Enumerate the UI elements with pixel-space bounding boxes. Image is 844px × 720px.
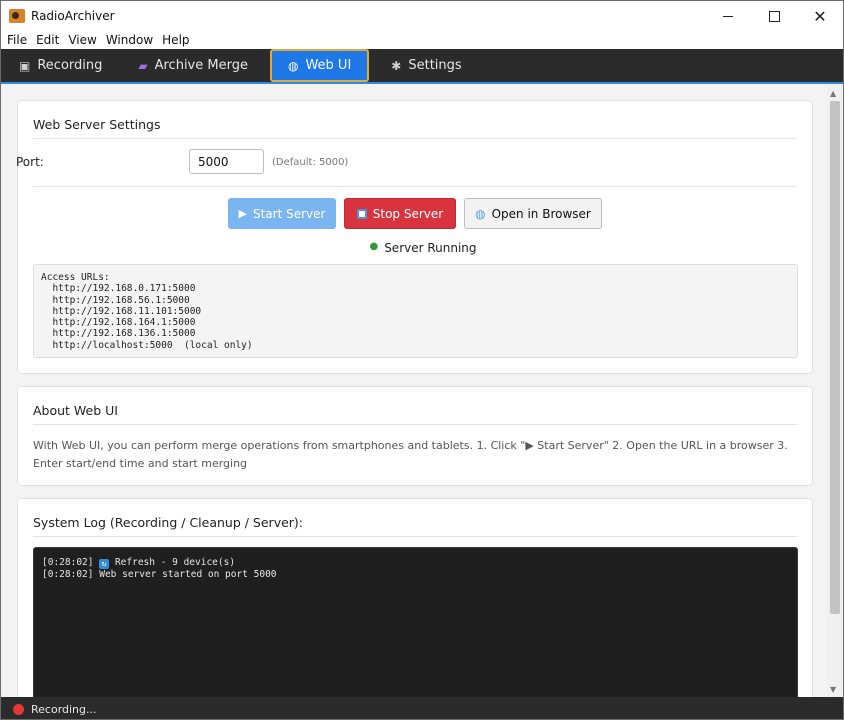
scroll-up-icon[interactable]: ▲ [830,89,836,98]
menu-edit[interactable]: Edit [36,33,59,47]
close-button[interactable]: ✕ [797,1,843,31]
port-label: Port: [16,155,44,169]
globe-icon: ◍ [475,206,486,221]
app-logo-icon [9,9,25,23]
menu-view[interactable]: View [68,33,96,47]
camera-icon: ▣ [19,58,31,73]
access-urls-box[interactable]: Access URLs: http://192.168.0.171:5000 h… [33,264,798,358]
about-text: With Web UI, you can perform merge opera… [33,439,788,470]
tab-label: Archive Merge [154,58,248,73]
tab-label: Recording [37,58,103,73]
divider [33,536,797,537]
log-line: [0:28:02] ↻ Refresh - 9 device(s) [42,557,789,569]
divider [33,186,797,187]
gear-icon: ✱ [391,58,402,73]
start-server-button[interactable]: ▶ Start Server [228,198,336,229]
tab-web-ui[interactable]: ◍ Web UI [269,49,370,82]
divider [33,138,797,139]
globe-icon: ◍ [287,58,299,73]
title-bar[interactable]: RadioArchiver ✕ [1,1,843,31]
port-hint: (Default: 5000) [272,157,349,168]
log-text: Refresh - 9 device(s) [114,557,236,568]
refresh-icon: ↻ [99,559,110,569]
window-title: RadioArchiver [31,9,115,23]
log-time: [0:28:02] [42,569,94,580]
scroll-down-icon[interactable]: ▼ [830,685,836,694]
tab-label: Settings [408,58,462,73]
status-bar: Recording... [1,697,843,719]
maximize-button[interactable] [751,1,797,31]
server-status-text: Server Running [384,241,477,255]
menu-file[interactable]: File [7,33,27,47]
stop-icon [356,208,367,219]
menu-bar: File Edit View Window Help [1,31,843,49]
window-controls: ✕ [705,1,843,31]
open-browser-button[interactable]: ◍ Open in Browser [464,198,602,229]
system-log-title: System Log (Recording / Cleanup / Server… [33,515,304,530]
status-dot-icon: ● [369,241,379,252]
web-server-title: Web Server Settings [33,117,161,132]
recording-dot-icon [13,703,24,715]
log-time: [0:28:02] [42,557,94,568]
menu-help[interactable]: Help [162,33,189,47]
port-input[interactable] [189,149,264,174]
tab-archive-merge[interactable]: ▰ Archive Merge [120,48,266,83]
open-browser-label: Open in Browser [491,206,591,221]
start-server-label: Start Server [252,206,326,221]
log-text: Web server started on port 5000 [99,569,277,580]
about-card: About Web UI With Web UI, you can perfor… [17,386,813,486]
app-window: RadioArchiver ✕ File Edit View Window He… [0,0,844,720]
stop-server-button[interactable]: Stop Server [344,198,456,229]
tab-recording[interactable]: ▣ Recording [1,48,120,83]
server-status: ● Server Running [1,241,843,255]
tab-bar: ▣ Recording ▰ Archive Merge ◍ Web UI ✱ S… [1,49,843,84]
tab-label: Web UI [305,58,352,73]
tab-settings[interactable]: ✱ Settings [373,48,479,83]
divider [33,424,797,425]
stop-server-label: Stop Server [372,206,444,221]
archive-icon: ▰ [138,58,148,73]
play-icon: ▶ [238,207,247,220]
scroll-thumb[interactable] [830,101,840,614]
minimize-button[interactable] [705,1,751,31]
status-bar-text: Recording... [31,702,97,716]
menu-window[interactable]: Window [106,33,153,47]
vertical-scrollbar[interactable]: ▲ ▼ [827,86,842,697]
log-line: [0:28:02] Web server started on port 500… [42,569,789,580]
about-title: About Web UI [33,403,118,418]
system-log-box[interactable]: [0:28:02] ↻ Refresh - 9 device(s) [0:28:… [33,547,798,707]
